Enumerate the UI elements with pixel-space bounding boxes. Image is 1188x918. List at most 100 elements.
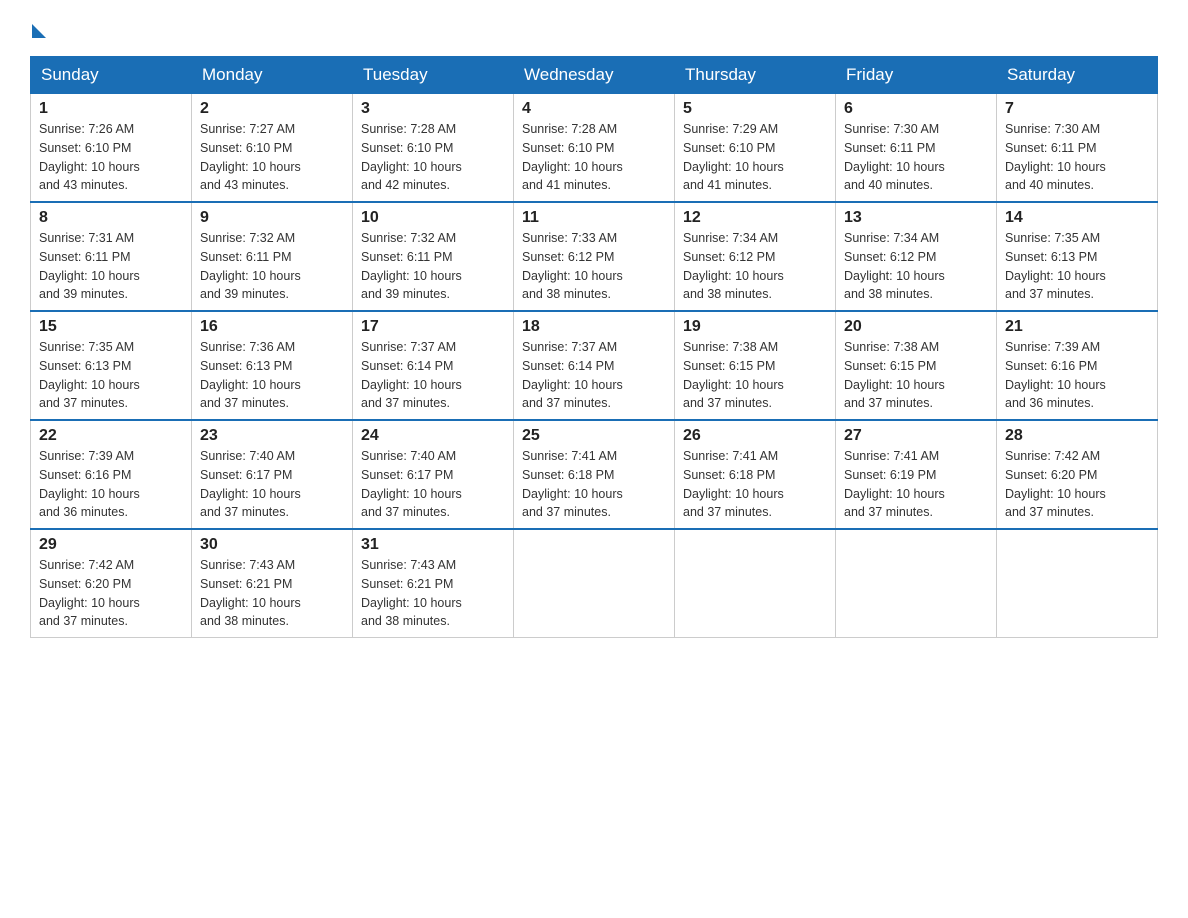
day-info: Sunrise: 7:41 AMSunset: 6:19 PMDaylight:…: [844, 449, 945, 519]
day-number: 19: [683, 318, 827, 336]
day-number: 24: [361, 427, 505, 445]
day-info: Sunrise: 7:28 AMSunset: 6:10 PMDaylight:…: [522, 122, 623, 192]
weekday-header-row: SundayMondayTuesdayWednesdayThursdayFrid…: [31, 57, 1158, 94]
calendar-week-row: 29 Sunrise: 7:42 AMSunset: 6:20 PMDaylig…: [31, 529, 1158, 638]
weekday-header-thursday: Thursday: [675, 57, 836, 94]
calendar-cell: 22 Sunrise: 7:39 AMSunset: 6:16 PMDaylig…: [31, 420, 192, 529]
day-info: Sunrise: 7:42 AMSunset: 6:20 PMDaylight:…: [1005, 449, 1106, 519]
day-number: 5: [683, 100, 827, 118]
day-info: Sunrise: 7:42 AMSunset: 6:20 PMDaylight:…: [39, 558, 140, 628]
day-number: 25: [522, 427, 666, 445]
calendar-cell: 19 Sunrise: 7:38 AMSunset: 6:15 PMDaylig…: [675, 311, 836, 420]
day-number: 26: [683, 427, 827, 445]
day-info: Sunrise: 7:28 AMSunset: 6:10 PMDaylight:…: [361, 122, 462, 192]
calendar-cell: 18 Sunrise: 7:37 AMSunset: 6:14 PMDaylig…: [514, 311, 675, 420]
day-info: Sunrise: 7:33 AMSunset: 6:12 PMDaylight:…: [522, 231, 623, 301]
calendar-cell: 14 Sunrise: 7:35 AMSunset: 6:13 PMDaylig…: [997, 202, 1158, 311]
day-info: Sunrise: 7:36 AMSunset: 6:13 PMDaylight:…: [200, 340, 301, 410]
calendar-cell: 30 Sunrise: 7:43 AMSunset: 6:21 PMDaylig…: [192, 529, 353, 638]
calendar-week-row: 22 Sunrise: 7:39 AMSunset: 6:16 PMDaylig…: [31, 420, 1158, 529]
calendar-cell: 26 Sunrise: 7:41 AMSunset: 6:18 PMDaylig…: [675, 420, 836, 529]
day-number: 2: [200, 100, 344, 118]
day-number: 16: [200, 318, 344, 336]
calendar-week-row: 8 Sunrise: 7:31 AMSunset: 6:11 PMDayligh…: [31, 202, 1158, 311]
weekday-header-friday: Friday: [836, 57, 997, 94]
day-number: 31: [361, 536, 505, 554]
calendar-cell: 3 Sunrise: 7:28 AMSunset: 6:10 PMDayligh…: [353, 94, 514, 203]
day-info: Sunrise: 7:32 AMSunset: 6:11 PMDaylight:…: [361, 231, 462, 301]
day-number: 29: [39, 536, 183, 554]
day-info: Sunrise: 7:30 AMSunset: 6:11 PMDaylight:…: [844, 122, 945, 192]
day-number: 3: [361, 100, 505, 118]
day-number: 15: [39, 318, 183, 336]
calendar-cell: 2 Sunrise: 7:27 AMSunset: 6:10 PMDayligh…: [192, 94, 353, 203]
day-number: 17: [361, 318, 505, 336]
day-number: 10: [361, 209, 505, 227]
day-info: Sunrise: 7:34 AMSunset: 6:12 PMDaylight:…: [844, 231, 945, 301]
day-number: 30: [200, 536, 344, 554]
calendar-cell: [997, 529, 1158, 638]
weekday-header-saturday: Saturday: [997, 57, 1158, 94]
day-info: Sunrise: 7:40 AMSunset: 6:17 PMDaylight:…: [200, 449, 301, 519]
day-number: 27: [844, 427, 988, 445]
day-info: Sunrise: 7:35 AMSunset: 6:13 PMDaylight:…: [1005, 231, 1106, 301]
day-info: Sunrise: 7:27 AMSunset: 6:10 PMDaylight:…: [200, 122, 301, 192]
calendar-week-row: 15 Sunrise: 7:35 AMSunset: 6:13 PMDaylig…: [31, 311, 1158, 420]
day-info: Sunrise: 7:35 AMSunset: 6:13 PMDaylight:…: [39, 340, 140, 410]
weekday-header-monday: Monday: [192, 57, 353, 94]
calendar-cell: [514, 529, 675, 638]
day-number: 13: [844, 209, 988, 227]
day-info: Sunrise: 7:43 AMSunset: 6:21 PMDaylight:…: [200, 558, 301, 628]
calendar-cell: [836, 529, 997, 638]
calendar-cell: 24 Sunrise: 7:40 AMSunset: 6:17 PMDaylig…: [353, 420, 514, 529]
day-info: Sunrise: 7:31 AMSunset: 6:11 PMDaylight:…: [39, 231, 140, 301]
day-number: 11: [522, 209, 666, 227]
calendar-cell: 25 Sunrise: 7:41 AMSunset: 6:18 PMDaylig…: [514, 420, 675, 529]
day-number: 4: [522, 100, 666, 118]
day-number: 28: [1005, 427, 1149, 445]
day-info: Sunrise: 7:29 AMSunset: 6:10 PMDaylight:…: [683, 122, 784, 192]
calendar-cell: 4 Sunrise: 7:28 AMSunset: 6:10 PMDayligh…: [514, 94, 675, 203]
day-info: Sunrise: 7:32 AMSunset: 6:11 PMDaylight:…: [200, 231, 301, 301]
calendar-cell: 20 Sunrise: 7:38 AMSunset: 6:15 PMDaylig…: [836, 311, 997, 420]
day-info: Sunrise: 7:41 AMSunset: 6:18 PMDaylight:…: [522, 449, 623, 519]
calendar-cell: 17 Sunrise: 7:37 AMSunset: 6:14 PMDaylig…: [353, 311, 514, 420]
weekday-header-wednesday: Wednesday: [514, 57, 675, 94]
calendar-cell: 21 Sunrise: 7:39 AMSunset: 6:16 PMDaylig…: [997, 311, 1158, 420]
weekday-header-tuesday: Tuesday: [353, 57, 514, 94]
calendar-cell: 27 Sunrise: 7:41 AMSunset: 6:19 PMDaylig…: [836, 420, 997, 529]
day-number: 14: [1005, 209, 1149, 227]
day-info: Sunrise: 7:39 AMSunset: 6:16 PMDaylight:…: [39, 449, 140, 519]
calendar-cell: 31 Sunrise: 7:43 AMSunset: 6:21 PMDaylig…: [353, 529, 514, 638]
day-info: Sunrise: 7:43 AMSunset: 6:21 PMDaylight:…: [361, 558, 462, 628]
logo-arrow-icon: [32, 24, 46, 38]
day-info: Sunrise: 7:41 AMSunset: 6:18 PMDaylight:…: [683, 449, 784, 519]
page-header: [30, 20, 1158, 36]
day-number: 6: [844, 100, 988, 118]
calendar-cell: 9 Sunrise: 7:32 AMSunset: 6:11 PMDayligh…: [192, 202, 353, 311]
day-info: Sunrise: 7:37 AMSunset: 6:14 PMDaylight:…: [522, 340, 623, 410]
day-number: 18: [522, 318, 666, 336]
calendar-cell: 11 Sunrise: 7:33 AMSunset: 6:12 PMDaylig…: [514, 202, 675, 311]
calendar-cell: 5 Sunrise: 7:29 AMSunset: 6:10 PMDayligh…: [675, 94, 836, 203]
calendar-cell: 6 Sunrise: 7:30 AMSunset: 6:11 PMDayligh…: [836, 94, 997, 203]
day-info: Sunrise: 7:30 AMSunset: 6:11 PMDaylight:…: [1005, 122, 1106, 192]
day-number: 7: [1005, 100, 1149, 118]
weekday-header-sunday: Sunday: [31, 57, 192, 94]
day-info: Sunrise: 7:26 AMSunset: 6:10 PMDaylight:…: [39, 122, 140, 192]
calendar-cell: [675, 529, 836, 638]
calendar-cell: 10 Sunrise: 7:32 AMSunset: 6:11 PMDaylig…: [353, 202, 514, 311]
calendar-week-row: 1 Sunrise: 7:26 AMSunset: 6:10 PMDayligh…: [31, 94, 1158, 203]
day-info: Sunrise: 7:39 AMSunset: 6:16 PMDaylight:…: [1005, 340, 1106, 410]
calendar-cell: 16 Sunrise: 7:36 AMSunset: 6:13 PMDaylig…: [192, 311, 353, 420]
day-info: Sunrise: 7:34 AMSunset: 6:12 PMDaylight:…: [683, 231, 784, 301]
calendar-cell: 29 Sunrise: 7:42 AMSunset: 6:20 PMDaylig…: [31, 529, 192, 638]
calendar-cell: 7 Sunrise: 7:30 AMSunset: 6:11 PMDayligh…: [997, 94, 1158, 203]
day-number: 12: [683, 209, 827, 227]
logo: [30, 20, 46, 36]
day-info: Sunrise: 7:40 AMSunset: 6:17 PMDaylight:…: [361, 449, 462, 519]
day-number: 22: [39, 427, 183, 445]
calendar-cell: 8 Sunrise: 7:31 AMSunset: 6:11 PMDayligh…: [31, 202, 192, 311]
day-number: 23: [200, 427, 344, 445]
day-number: 1: [39, 100, 183, 118]
